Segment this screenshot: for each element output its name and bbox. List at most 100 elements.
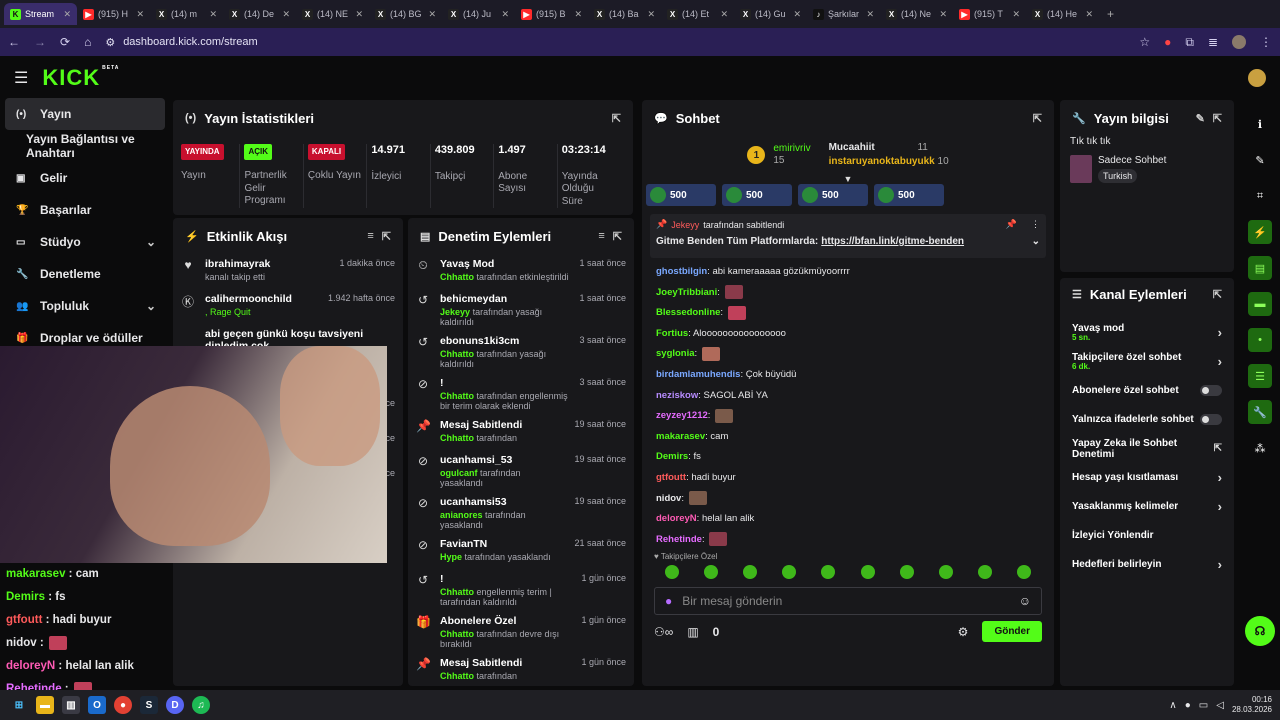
collapse-icon[interactable]: ▼ [642,174,1054,184]
channel-action[interactable]: Hedefleri belirleyin › [1060,550,1234,579]
chat-icon[interactable]: ▬ [1248,292,1272,316]
browser-tab[interactable]: X (14) m ✕ [150,3,223,25]
chat-username[interactable]: Demirs [656,451,688,462]
lightning-icon[interactable]: ⚡ [1248,220,1272,244]
sidebar-item[interactable]: 👥 Topluluk ⌄ [0,290,170,322]
chevron-down-icon[interactable]: ⌄ [1032,236,1040,247]
channel-action[interactable]: Yalnızca ifadelerle sohbet [1060,405,1234,434]
discord-icon[interactable]: D [166,696,184,714]
chat-username[interactable]: syglonia [656,348,695,359]
mic-icon[interactable]: ● [1185,700,1191,711]
browser-tab[interactable]: ♪ Şarkılar ✕ [807,3,880,25]
settings-users-icon[interactable]: ⚇∞ [654,625,673,639]
mic-icon[interactable]: ● [665,594,672,608]
wrench-icon[interactable]: 🔧 [1248,400,1272,424]
gift-card[interactable]: 500 [798,184,868,206]
chat-username[interactable]: zeyzey1212 [656,410,708,421]
browser-tab[interactable]: X (14) NE ✕ [296,3,369,25]
back-icon[interactable]: ← [8,35,20,49]
chat-username[interactable]: Blessedonline [656,307,720,318]
chat-username[interactable]: JoeyTribbiani [656,287,717,298]
close-icon[interactable]: ✕ [793,9,801,20]
chat-username[interactable]: gtfoutt [656,472,686,483]
document-icon[interactable]: ▤ [1248,256,1272,280]
close-icon[interactable]: ✕ [1012,9,1020,20]
close-icon[interactable]: ✕ [866,9,874,20]
emote-icon[interactable] [782,565,797,579]
broadcast-icon[interactable]: • [1248,328,1272,352]
network-icon[interactable]: ▭ [1199,700,1208,711]
sidebar-item[interactable]: (•) Yayın [5,98,165,130]
store-icon[interactable]: ▥ [62,696,80,714]
close-icon[interactable]: ✕ [574,9,582,20]
sidebar-item[interactable]: Yayın Bağlantısı ve Anahtarı [0,130,170,162]
crop-icon[interactable]: ⌗ [1248,184,1272,208]
browser-tab[interactable]: X (14) Et ✕ [661,3,734,25]
close-icon[interactable]: ✕ [501,9,509,20]
sidebar-item[interactable]: ▣ Gelir [0,162,170,194]
browser-tab[interactable]: X (14) Ju ✕ [442,3,515,25]
channel-action[interactable]: İzleyici Yönlendir [1060,521,1234,550]
chat-username[interactable]: Fortius [656,328,688,339]
browser-tab[interactable]: ▶ (915) H ✕ [77,3,150,25]
browser-tab[interactable]: X (14) Ba ✕ [588,3,661,25]
emote-icon[interactable] [664,565,679,579]
close-icon[interactable]: ✕ [939,9,947,20]
emote-icon[interactable] [860,565,875,579]
chat-username[interactable]: birdamlamuhendis [656,369,740,380]
media-icon[interactable]: ≣ [1208,35,1218,49]
chat-username[interactable]: Rehetinde [656,534,702,545]
popout-icon[interactable]: ⇱ [1213,112,1222,125]
support-button[interactable]: ☊ [1245,616,1275,646]
menu-dots-icon[interactable]: ⋮ [1260,35,1272,49]
chat-username[interactable]: deloreyN [656,513,697,524]
home-icon[interactable]: ⌂ [84,35,91,49]
close-icon[interactable]: ✕ [209,9,217,20]
channel-action[interactable]: Takipçilere özel sohbet 6 dk. › [1060,347,1234,376]
chat-username[interactable]: makarasev [656,431,705,442]
close-icon[interactable]: ✕ [136,9,144,20]
clock[interactable]: 00:16 28.03.2026 [1232,695,1272,716]
chat-username[interactable]: ghostbilgin [656,266,707,277]
bookmark-star-icon[interactable]: ☆ [1139,35,1150,49]
info-icon[interactable]: ℹ [1248,112,1272,136]
more-icon[interactable]: ⋮ [1031,219,1040,230]
emoji-icon[interactable]: ☺ [1019,594,1031,608]
close-icon[interactable]: ✕ [355,9,363,20]
emote-icon[interactable] [821,565,836,579]
profile-avatar[interactable] [1232,35,1246,49]
gift-card[interactable]: 500 [646,184,716,206]
windows-start-icon[interactable]: ⊞ [10,696,28,714]
emote-icon[interactable] [938,565,953,579]
close-icon[interactable]: ✕ [720,9,728,20]
volume-icon[interactable]: ◁ [1216,700,1224,711]
browser-tab[interactable]: X (14) Ne ✕ [880,3,953,25]
unpin-icon[interactable]: 📌 [1006,219,1017,230]
outlook-icon[interactable]: O [88,696,106,714]
browser-tab[interactable]: K Stream ✕ [4,3,77,25]
close-icon[interactable]: ✕ [282,9,290,20]
edit-icon[interactable]: ✎ [1196,112,1205,125]
browser-tab[interactable]: X (14) De ✕ [223,3,296,25]
extension-icon[interactable]: ● [1164,35,1171,49]
sidebar-item[interactable]: ▭ Stüdyo ⌄ [0,226,170,258]
grid-icon[interactable]: ⁂ [1248,436,1272,460]
close-icon[interactable]: ✕ [63,9,71,20]
tray-chevron-icon[interactable]: ∧ [1169,700,1176,711]
forward-icon[interactable]: → [34,35,46,49]
close-icon[interactable]: ✕ [647,9,655,20]
gift-card[interactable]: 500 [874,184,944,206]
filter-icon[interactable]: ≡ [598,230,604,242]
channel-action[interactable]: Abonelere özel sohbet [1060,376,1234,405]
close-icon[interactable]: ✕ [428,9,436,20]
browser-tab[interactable]: X (14) BG ✕ [369,3,442,25]
popout-icon[interactable]: ⇱ [613,230,622,243]
emote-icon[interactable] [1017,565,1032,579]
toggle-switch[interactable] [1200,385,1222,396]
toggle-switch[interactable] [1200,414,1222,425]
close-icon[interactable]: ✕ [1085,9,1093,20]
emote-icon[interactable] [703,565,718,579]
browser-tab[interactable]: X (14) Gu ✕ [734,3,807,25]
spotify-icon[interactable]: ♫ [192,696,210,714]
emote-icon[interactable] [978,565,993,579]
